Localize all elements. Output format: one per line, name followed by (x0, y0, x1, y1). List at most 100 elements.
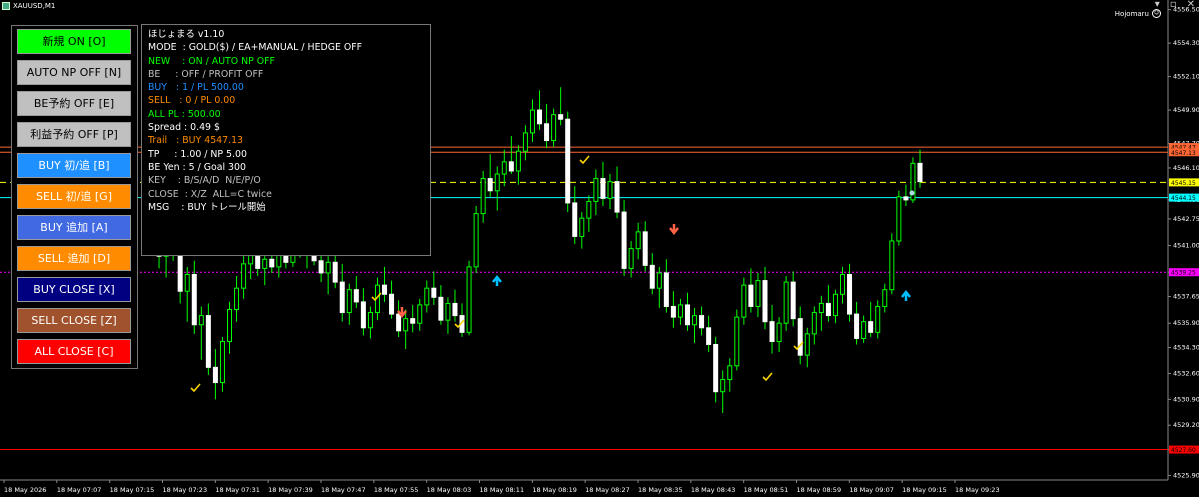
time-tick-label: 18 May 07:15 (110, 486, 155, 494)
all-close-button[interactable]: ALL CLOSE [C] (17, 339, 131, 364)
info-all-pl: ALL PL : 500.00 (148, 108, 221, 120)
close-icon[interactable]: ✕ (1187, 0, 1195, 10)
info-tp: TP : 1.00 / NP 5.00 (148, 148, 247, 160)
price-tick-label: 4554.30 (1173, 39, 1199, 47)
info-be-yen: BE Yen : 5 / Goal 300 (148, 161, 246, 173)
candle-body (234, 287, 240, 311)
candle-body (621, 211, 627, 269)
candle-body (903, 196, 909, 201)
maximize-icon[interactable]: ▫ (1170, 0, 1177, 10)
sell-arrow-icon (669, 224, 679, 236)
candle-body (417, 304, 423, 324)
candle-body (804, 333, 810, 356)
candle-body (332, 261, 338, 283)
candle-body (403, 318, 409, 332)
time-tick-label: 18 May 07:39 (268, 486, 313, 494)
candle-body (628, 248, 634, 269)
info-msg: MSG : BUY トレール開始 (148, 201, 266, 213)
candle-body (917, 162, 923, 183)
time-tick-label: 18 May 08:59 (797, 486, 842, 494)
candle-body (501, 161, 507, 175)
candle-body (198, 315, 204, 326)
candle-body (177, 252, 183, 292)
ea-label: Hojomaru ☺ (1115, 9, 1161, 18)
check-icon (190, 383, 201, 393)
buy-close-button[interactable]: BUY CLOSE [X] (17, 277, 131, 302)
candle-body (262, 258, 268, 269)
candle-body (720, 379, 726, 393)
time-tick-label: 18 May 08:19 (532, 486, 577, 494)
level-red-low-tag: 4527.60 (1171, 447, 1196, 454)
be-reserve-off-button[interactable]: BE予約 OFF [E] (17, 91, 131, 116)
profit-reserve-off-button[interactable]: 利益予約 OFF [P] (17, 122, 131, 147)
info-spread: Spread : 0.49 $ (148, 122, 220, 134)
candle-body (699, 315, 705, 329)
candle-body (593, 178, 599, 202)
time-tick-label: 18 May 2026 (4, 486, 46, 494)
time-tick-label: 18 May 08:27 (585, 486, 630, 494)
level-high-2-tag: 4547.13 (1171, 150, 1196, 157)
time-tick-label: 18 May 09:15 (902, 486, 947, 494)
candle-body (445, 302, 451, 321)
auto-np-off-button[interactable]: AUTO NP OFF [N] (17, 60, 131, 85)
candle-body (508, 161, 514, 172)
candle-body (466, 266, 472, 333)
level-ask-tag: 4544.15 (1171, 195, 1196, 202)
candle-body (367, 312, 373, 329)
info-mode: MODE : GOLD($) / EA+MANUAL / HEDGE OFF (148, 42, 363, 54)
buy-add-button[interactable]: BUY 追加 [A] (17, 215, 131, 240)
check-icon (579, 155, 590, 165)
buy-initial-add-button[interactable]: BUY 初/追 [B] (17, 153, 131, 178)
candle-body (339, 281, 345, 314)
candle-body (558, 114, 564, 120)
price-tick-label: 4552.10 (1173, 73, 1199, 81)
new-on-button[interactable]: 新規 ON [O] (17, 29, 131, 54)
info-be: BE : OFF / PROFIT OFF (148, 68, 264, 80)
price-tick-label: 4537.65 (1173, 293, 1199, 301)
time-tick-label: 18 May 08:43 (691, 486, 736, 494)
time-tick-label: 18 May 08:35 (638, 486, 683, 494)
candle-body (184, 273, 190, 292)
price-tick-label: 4532.60 (1173, 369, 1199, 377)
price-tick-label: 4535.90 (1173, 319, 1199, 327)
candle-body (191, 273, 197, 326)
chart-window[interactable]: 4556.504554.304552.104549.904547.704546.… (0, 0, 1199, 497)
sell-initial-add-button[interactable]: SELL 初/追 [G] (17, 184, 131, 209)
candle-body (565, 118, 571, 204)
candle-body (600, 178, 606, 199)
candle-body (522, 132, 528, 152)
candle-body (889, 240, 895, 291)
time-tick-label: 18 May 07:31 (215, 486, 260, 494)
candle-body (861, 321, 867, 339)
candle-body (635, 231, 641, 250)
candle-body (515, 150, 521, 172)
check-icon (762, 372, 773, 382)
candle-body (431, 287, 437, 298)
candle-body (811, 312, 817, 335)
candle-body (670, 305, 676, 318)
candle-body (360, 301, 366, 329)
price-tick-label: 4541.00 (1173, 242, 1199, 250)
candle-body (382, 284, 388, 295)
sell-close-button[interactable]: SELL CLOSE [Z] (17, 308, 131, 333)
candle-body (825, 302, 831, 317)
candle-body (396, 313, 402, 332)
candle-body (494, 173, 500, 192)
time-tick-label: 18 May 07:07 (57, 486, 102, 494)
candle-body (663, 272, 669, 307)
candle-body (649, 264, 655, 289)
price-tick-label: 4549.90 (1173, 106, 1199, 114)
buy-arrow-icon (901, 289, 911, 301)
candle-body (318, 260, 324, 274)
candle-body (656, 272, 662, 289)
candle-body (762, 280, 768, 323)
candle-body (797, 318, 803, 356)
candle-body (748, 284, 754, 307)
time-tick-label: 18 May 08:03 (427, 486, 472, 494)
level-bid-tag: 4545.15 (1171, 180, 1196, 187)
price-tick-label: 4542.75 (1173, 215, 1199, 223)
candle-body (269, 258, 275, 268)
info-key: KEY : B/S/A/D N/E/P/O (148, 175, 261, 187)
candle-body (769, 321, 775, 342)
sell-add-button[interactable]: SELL 追加 [D] (17, 246, 131, 271)
